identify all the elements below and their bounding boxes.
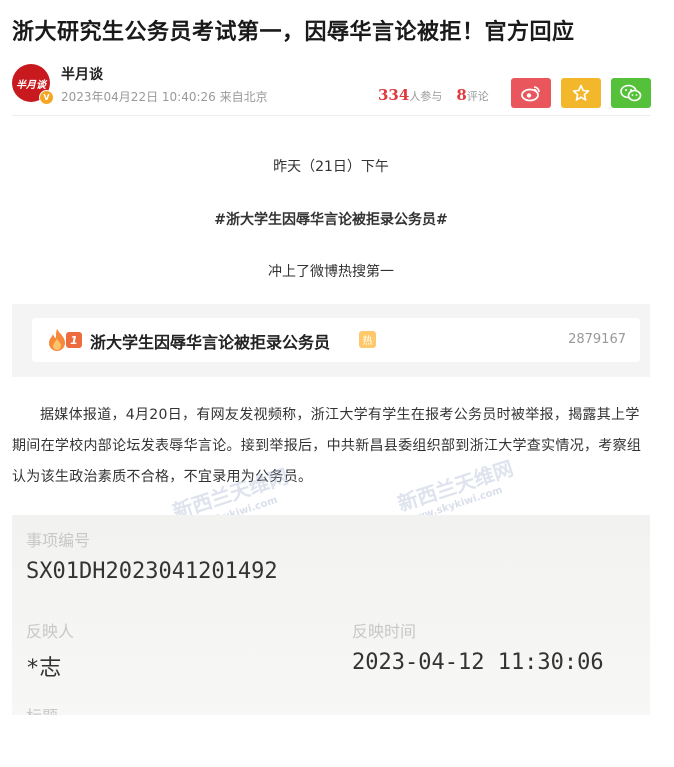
- field-value-id: SX01DH2023041201492: [26, 559, 278, 584]
- body-line-1: 昨天（21日）下午: [273, 159, 389, 175]
- avatar-logo-text: 半月谈: [16, 79, 46, 91]
- favorite-button[interactable]: [561, 78, 601, 108]
- comments-label[interactable]: 评论: [467, 90, 489, 103]
- flame-icon: [49, 329, 65, 351]
- wechat-icon: [620, 84, 642, 102]
- article-paragraph: 据媒体报道，4月20日，有网友发视频称，浙江大学有学生在报考公务员时被举报，揭露…: [12, 407, 642, 485]
- field-label-id: 事项编号: [26, 531, 91, 550]
- hot-badge: 热: [359, 331, 376, 348]
- hot-search-card: 1 浙大学生因辱华言论被拒录公务员 热 2879167: [12, 304, 650, 377]
- hot-search-count: 2879167: [568, 332, 626, 347]
- participants-label: 人参与: [409, 90, 443, 103]
- hashtag-line[interactable]: #浙大学生因辱华言论被拒录公务员#: [12, 209, 650, 229]
- field-label-title: 标题: [26, 703, 58, 715]
- star-icon: [572, 84, 590, 101]
- article-stats: 334人参与 8评论: [378, 86, 489, 104]
- share-weibo-button[interactable]: [511, 78, 551, 108]
- field-label-reporter: 反映人: [26, 622, 75, 641]
- article-title: 浙大研究生公务员考试第一，因辱华言论被拒！官方回应: [12, 20, 575, 45]
- field-value-time: 2023-04-12 11:30:06: [352, 650, 604, 675]
- hot-search-title[interactable]: 浙大学生因辱华言论被拒录公务员: [90, 329, 330, 353]
- verified-icon: V: [39, 90, 54, 105]
- body-line-3: 冲上了微博热搜第一: [268, 264, 394, 280]
- field-label-time: 反映时间: [352, 622, 417, 641]
- participants-count: 334: [378, 86, 410, 104]
- comments-count[interactable]: 8: [456, 86, 466, 104]
- report-screenshot-image: 事项编号 SX01DH2023041201492 反映人 *志 反映时间 202…: [12, 515, 650, 715]
- hot-search-item[interactable]: 1 浙大学生因辱华言论被拒录公务员 热 2879167: [32, 318, 640, 362]
- field-value-reporter: *志: [26, 656, 62, 681]
- weibo-icon: [521, 86, 540, 102]
- publish-meta: 2023年04月22日 10:40:26 来自北京: [61, 90, 268, 104]
- rank-badge: 1: [66, 332, 82, 348]
- header-divider: [12, 115, 650, 116]
- author-name[interactable]: 半月谈: [61, 64, 103, 84]
- author-avatar[interactable]: 半月谈 V: [12, 64, 54, 105]
- share-wechat-button[interactable]: [611, 78, 651, 108]
